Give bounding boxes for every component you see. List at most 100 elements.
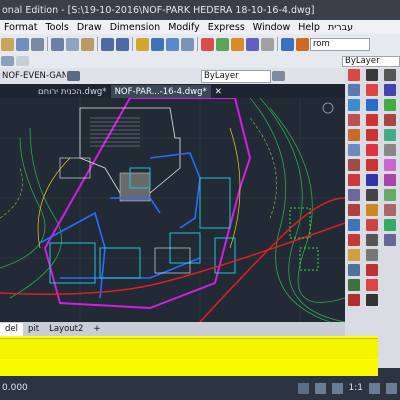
menu-express[interactable]: Express — [204, 22, 249, 33]
tab-nof-park[interactable]: NOF-PAR...-16-4.dwg* — [110, 85, 211, 98]
workspace-icon[interactable] — [369, 382, 380, 394]
menu-format[interactable]: Format — [0, 22, 41, 33]
menu-draw[interactable]: Draw — [73, 22, 106, 33]
erase-icon[interactable] — [348, 69, 360, 81]
tab-hebrew-plan[interactable]: הכנית ירוחם.dwg* — [34, 85, 111, 98]
continue-icon[interactable] — [384, 219, 396, 231]
cut-icon[interactable] — [51, 37, 64, 51]
diameter-icon[interactable] — [384, 159, 396, 171]
close-tab-icon[interactable]: ✕ — [211, 85, 226, 98]
rectangle-icon[interactable] — [366, 114, 378, 126]
toolbar-separator — [47, 37, 48, 51]
right-toolbars — [345, 68, 400, 368]
arc-length-icon[interactable] — [384, 99, 396, 111]
move-icon[interactable] — [348, 144, 360, 156]
open-icon[interactable] — [1, 37, 14, 51]
menu-window[interactable]: Window — [249, 22, 294, 33]
model-space-icon[interactable] — [297, 382, 309, 394]
snap-icon[interactable] — [331, 382, 343, 394]
layer-state-icon[interactable] — [16, 56, 29, 66]
zoom-window-icon[interactable] — [166, 37, 179, 51]
gradient-icon[interactable] — [366, 264, 378, 276]
revcloud-icon[interactable] — [366, 159, 378, 171]
stretch-icon[interactable] — [348, 189, 360, 201]
trim-icon[interactable] — [348, 204, 360, 216]
make-block-icon[interactable] — [366, 219, 378, 231]
viewcube-icon[interactable] — [322, 102, 334, 114]
spline-icon[interactable] — [366, 174, 378, 186]
properties-icon[interactable] — [201, 37, 214, 51]
copy-object-icon[interactable] — [348, 84, 360, 96]
insert-block-icon[interactable] — [366, 204, 378, 216]
point-icon[interactable] — [366, 234, 378, 246]
grid-icon[interactable] — [314, 382, 326, 394]
paste-icon[interactable] — [81, 37, 94, 51]
quick-dim-icon[interactable] — [384, 189, 396, 201]
drawing-canvas[interactable] — [0, 98, 345, 322]
text-style-icon[interactable] — [296, 37, 309, 51]
pan-icon[interactable] — [136, 37, 149, 51]
radius-icon[interactable] — [384, 129, 396, 141]
add-layout-button[interactable]: + — [88, 323, 105, 336]
linear-dim-icon[interactable] — [384, 69, 396, 81]
offset-icon[interactable] — [348, 114, 360, 126]
match-properties-icon[interactable] — [272, 71, 285, 81]
customize-icon[interactable] — [386, 382, 397, 394]
save-icon[interactable] — [16, 37, 29, 51]
polyline-icon[interactable] — [366, 84, 378, 96]
fillet-icon[interactable] — [348, 279, 360, 291]
tolerance-icon[interactable] — [384, 234, 396, 246]
rotate-icon[interactable] — [348, 159, 360, 171]
zoom-icon[interactable] — [151, 37, 164, 51]
print-icon[interactable] — [31, 37, 44, 51]
join-icon[interactable] — [348, 249, 360, 261]
ordinate-icon[interactable] — [384, 114, 396, 126]
tool-palettes-icon[interactable] — [231, 37, 244, 51]
hatch-icon[interactable] — [366, 249, 378, 261]
tab-layout1[interactable]: pit — [23, 323, 44, 336]
menu-modify[interactable]: Modify — [164, 22, 203, 33]
layer-properties-icon[interactable] — [1, 56, 14, 66]
help-icon[interactable] — [281, 37, 294, 51]
annotation-scale[interactable]: 1:1 — [349, 383, 363, 393]
arc-icon[interactable] — [366, 129, 378, 141]
tab-model[interactable]: del — [0, 322, 23, 336]
polygon-icon[interactable] — [366, 99, 378, 111]
angular-icon[interactable] — [384, 174, 396, 186]
document-tabs: הכנית ירוחם.dwg* NOF-PAR...-16-4.dwg* ✕ — [0, 84, 345, 98]
command-input[interactable] — [0, 360, 378, 376]
menu-tools[interactable]: Tools — [41, 22, 72, 33]
ellipse-icon[interactable] — [366, 189, 378, 201]
line-icon[interactable] — [366, 69, 378, 81]
layer-previous-icon[interactable] — [67, 71, 80, 81]
chamfer-icon[interactable] — [348, 264, 360, 276]
baseline-icon[interactable] — [384, 204, 396, 216]
explode-icon[interactable] — [348, 294, 360, 306]
menu-dimension[interactable]: Dimension — [106, 22, 165, 33]
circle-icon[interactable] — [366, 144, 378, 156]
current-layer-combo[interactable]: NOF-EVEN-GAN — [0, 70, 66, 83]
mirror-icon[interactable] — [348, 99, 360, 111]
aligned-dim-icon[interactable] — [384, 84, 396, 96]
status-bar: 0.000 1:1 — [0, 376, 400, 400]
extend-icon[interactable] — [348, 219, 360, 231]
table-icon[interactable] — [366, 294, 378, 306]
undo-icon[interactable] — [101, 37, 114, 51]
zoom-previous-icon[interactable] — [181, 37, 194, 51]
menu-hebrew[interactable]: עברית — [324, 22, 357, 33]
calculator-icon[interactable] — [261, 37, 274, 51]
text-style-combo[interactable]: rom — [310, 37, 370, 51]
region-icon[interactable] — [366, 279, 378, 291]
tab-layout2[interactable]: Layout2 — [44, 323, 88, 336]
redo-icon[interactable] — [116, 37, 129, 51]
menu-help[interactable]: Help — [294, 22, 324, 33]
scale-icon[interactable] — [348, 174, 360, 186]
sheet-set-icon[interactable] — [246, 37, 259, 51]
array-icon[interactable] — [348, 129, 360, 141]
jogged-icon[interactable] — [384, 144, 396, 156]
color-combo[interactable]: ByLayer — [342, 55, 400, 67]
copy-icon[interactable] — [66, 37, 79, 51]
break-icon[interactable] — [348, 234, 360, 246]
layer-state-combo[interactable]: ByLayer — [201, 69, 271, 83]
design-center-icon[interactable] — [216, 37, 229, 51]
